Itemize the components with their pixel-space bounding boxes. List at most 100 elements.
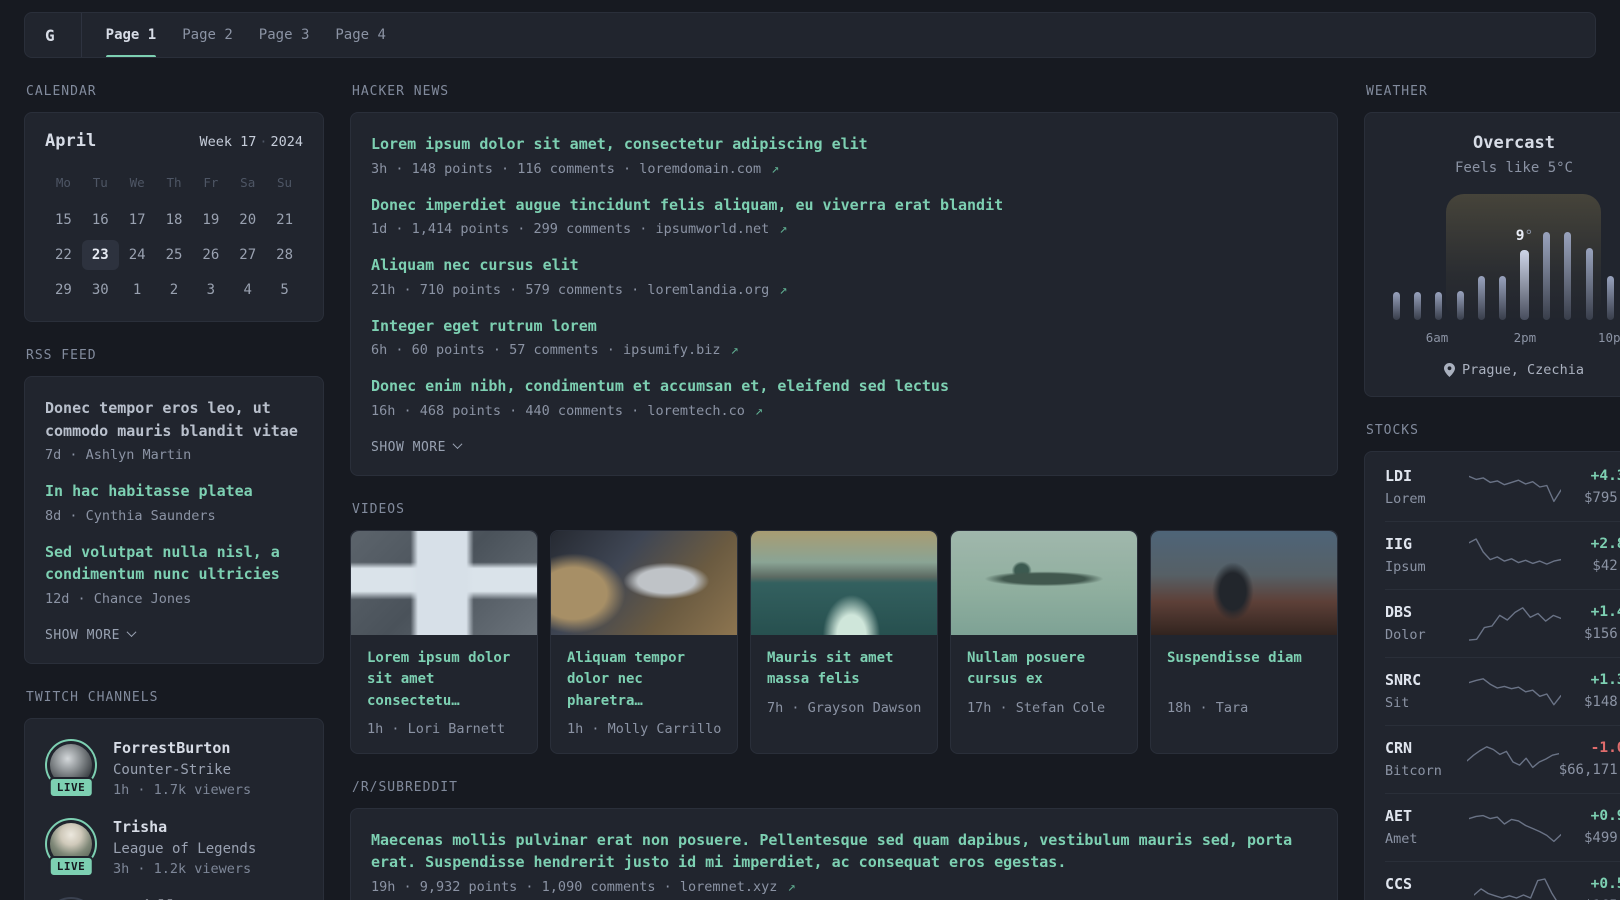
external-link-icon: ↗ (787, 878, 796, 895)
hn-item-domain[interactable]: loremdomain.com (639, 161, 761, 177)
rss-item-title[interactable]: Sed volutpat nulla nisl, a condimentum n… (45, 541, 303, 586)
stock-row[interactable]: IIG Ipsum +2.84% $42.04 (1385, 521, 1620, 589)
weather-condition: Overcast (1473, 133, 1555, 153)
avatar (45, 896, 97, 900)
external-link-icon: ↗ (779, 281, 788, 298)
stock-row[interactable]: SNRC Sit +1.36% $148.64 (1385, 657, 1620, 725)
hn-item-title[interactable]: Aliquam nec cursus elit (371, 254, 1317, 277)
stock-row[interactable]: CRN Bitcorn -1.00% $66,171.48 (1385, 725, 1620, 793)
stock-ticker: LDI (1385, 467, 1413, 485)
channel-name: KendallCarr (113, 897, 212, 900)
calendar-widget: April Week 17 · 2024 Mo Tu We Th Fr Sa Su … (24, 112, 324, 322)
stock-sparkline (1468, 604, 1561, 642)
stock-ticker: DBS (1385, 603, 1413, 621)
calendar-day: 19 (202, 212, 220, 228)
video-card[interactable]: Mauris sit amet massa felis 7h · Grayson… (750, 529, 938, 754)
hacker-news-section-label: HACKER NEWS (352, 84, 450, 99)
hn-item: Aliquam nec cursus elit 21h · 710 points… (371, 254, 1317, 298)
video-card[interactable]: Aliquam tempor dolor nec pharetra… 1h · … (550, 529, 738, 754)
stock-row[interactable]: CCS Consectetur +0.51% $165.84 (1385, 861, 1620, 900)
app-logo[interactable]: G (45, 13, 82, 57)
hn-item-title[interactable]: Integer eget rutrum lorem (371, 315, 1317, 338)
weekday-label: Sa (240, 175, 256, 190)
stock-ticker: AET (1385, 807, 1413, 825)
stock-name: Bitcorn (1385, 763, 1442, 779)
rss-item-meta: 12d · Chance Jones (45, 590, 192, 607)
calendar-day: 24 (128, 247, 146, 263)
calendar-day: 18 (165, 212, 183, 228)
stock-price: $499.72 (1583, 830, 1620, 846)
hn-item-domain[interactable]: ipsumworld.net (655, 221, 769, 237)
calendar-day: 17 (128, 212, 146, 228)
subreddit-widget: Maecenas mollis pulvinar erat non posuer… (350, 807, 1338, 900)
hn-item-title[interactable]: Donec imperdiet augue tincidunt felis al… (371, 194, 1317, 217)
twitch-section: TWITCH CHANNELS LIVE ForrestBurton Count… (24, 690, 324, 900)
rss-item-title[interactable]: Donec tempor eros leo, ut commodo mauris… (45, 397, 303, 442)
calendar-week-number: Week 17 (199, 134, 257, 150)
stock-ticker: SNRC (1385, 671, 1422, 689)
hn-item-domain[interactable]: loremtech.co (647, 403, 745, 419)
calendar-day: 26 (202, 247, 220, 263)
rss-section: RSS FEED Donec tempor eros leo, ut commo… (24, 348, 324, 664)
reddit-post-meta: 19h · 9,932 points · 1,090 comments · lo… (371, 878, 796, 895)
rss-item-title[interactable]: In hac habitasse platea (45, 480, 303, 503)
weekday-label: Mo (55, 175, 71, 190)
calendar-day: 15 (54, 212, 72, 228)
hn-show-more-button[interactable]: SHOW MORE (371, 439, 463, 455)
video-card[interactable]: Suspendisse diam 18h · Tara (1150, 529, 1338, 754)
weather-section: WEATHER Overcast Feels like 5°C 9° 6am 2… (1364, 84, 1620, 397)
tab-page-1[interactable]: Page 1 (105, 13, 156, 57)
channel-game: Counter-Strike (113, 761, 232, 778)
stock-price: $148.64 (1583, 694, 1620, 710)
stock-ticker: IIG (1385, 535, 1413, 553)
video-card[interactable]: Lorem ipsum dolor sit amet consectetu… 1… (350, 529, 538, 754)
reddit-post-title[interactable]: Maecenas mollis pulvinar erat non posuer… (371, 829, 1317, 874)
calendar-day: 16 (91, 212, 109, 228)
twitch-channel[interactable]: LIVE ForrestBurton Counter-Strike 1h · 1… (45, 738, 303, 798)
hn-item-meta: 6h · 60 points · 57 comments · ipsumify.… (371, 342, 739, 358)
stock-row[interactable]: AET Amet +0.92% $499.72 (1385, 793, 1620, 861)
calendar-day: 28 (276, 247, 293, 263)
calendar-month: April (45, 131, 97, 151)
weather-hourly-chart: 9° (1393, 192, 1620, 320)
stock-row[interactable]: DBS Dolor +1.42% $156.28 (1385, 589, 1620, 657)
videos-section: VIDEOS Lorem ipsum dolor sit amet consec… (350, 502, 1338, 754)
twitch-channel[interactable]: KendallCarr (45, 896, 303, 900)
calendar-year: 2024 (270, 134, 303, 150)
video-thumbnail (1151, 530, 1337, 635)
video-meta: 7h · Grayson Dawson (767, 699, 922, 716)
channel-viewers: 1h · 1.7k viewers (113, 781, 252, 798)
video-thumbnail (351, 530, 537, 635)
stock-sparkline (1468, 808, 1561, 846)
dot-separator: · (259, 134, 268, 150)
stock-row[interactable]: LDI Lorem +4.35% $795.18 (1385, 454, 1620, 521)
video-card[interactable]: Nullam posuere cursus ex 17h · Stefan Co… (950, 529, 1138, 754)
top-nav: G Page 1 Page 2 Page 3 Page 4 (24, 12, 1596, 58)
external-link-icon: ↗ (771, 160, 780, 177)
stock-price: $795.18 (1583, 490, 1620, 506)
calendar-day: 1 (132, 282, 142, 298)
avatar: LIVE (45, 817, 97, 877)
twitch-channel[interactable]: LIVE Trisha League of Legends 3h · 1.2k … (45, 817, 303, 877)
reddit-post-domain[interactable]: loremnet.xyz (680, 879, 778, 895)
video-meta: 1h · Lori Barnett (367, 720, 506, 737)
stock-name: Lorem (1385, 491, 1426, 507)
tab-page-2[interactable]: Page 2 (182, 13, 233, 57)
calendar-day: 4 (243, 282, 252, 298)
hn-item-title[interactable]: Donec enim nibh, condimentum et accumsan… (371, 375, 1317, 398)
rss-show-more-button[interactable]: SHOW MORE (45, 627, 137, 643)
hn-item-title[interactable]: Lorem ipsum dolor sit amet, consectetur … (371, 133, 1317, 156)
hn-item: Donec imperdiet augue tincidunt felis al… (371, 194, 1317, 238)
calendar-section-label: CALENDAR (26, 84, 97, 99)
stock-change: +0.51% (1590, 876, 1620, 892)
calendar-day: 20 (239, 212, 257, 228)
hn-item-domain[interactable]: ipsumify.biz (623, 342, 721, 358)
video-title: Aliquam tempor dolor nec pharetra… (567, 649, 686, 709)
tab-page-3[interactable]: Page 3 (259, 13, 310, 57)
hn-item-domain[interactable]: loremlandia.org (647, 282, 769, 298)
video-meta: 1h · Molly Carrillo (567, 720, 722, 737)
weather-widget: Overcast Feels like 5°C 9° 6am 2pm 10pm (1364, 112, 1620, 397)
channel-name: Trisha (113, 817, 168, 836)
stocks-widget: LDI Lorem +4.35% $795.18 IIG Ipsum (1364, 451, 1620, 900)
tab-page-4[interactable]: Page 4 (335, 13, 386, 57)
